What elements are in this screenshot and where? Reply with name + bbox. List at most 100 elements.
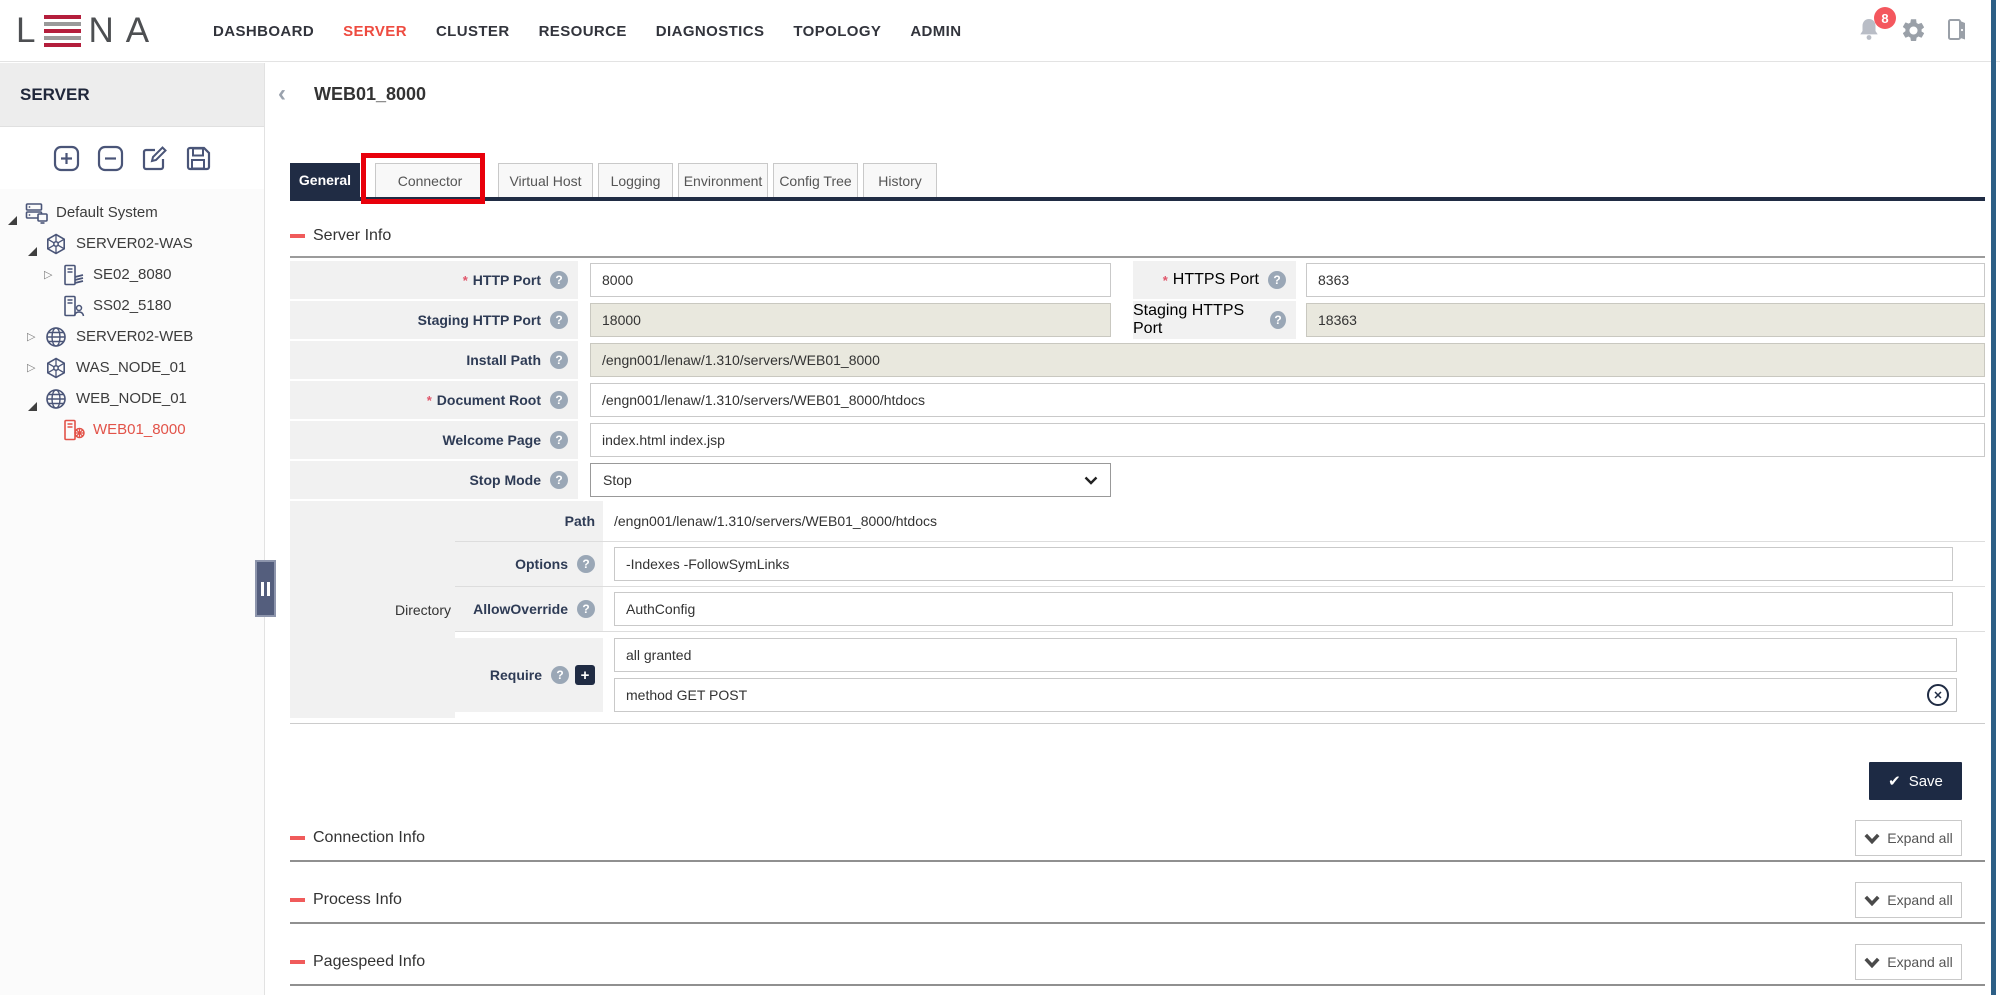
field-label: HTTPS Port — [1173, 271, 1259, 289]
add-node-icon[interactable] — [53, 145, 80, 172]
chevron-down-icon — [1864, 957, 1880, 968]
directory-options-row: Options ? — [455, 541, 1985, 586]
tab-environment[interactable]: Environment — [678, 163, 768, 197]
collapsed-icon[interactable]: ▷ — [27, 330, 45, 343]
page-title-row: ‹ WEB01_8000 — [266, 63, 2000, 125]
notification-count-badge: 8 — [1874, 7, 1896, 29]
form-row-document-root: * Document Root ? — [290, 381, 1985, 419]
allowoverride-input[interactable] — [614, 592, 1953, 626]
server-info-form: * HTTP Port ? * HTTPS Port ? — [290, 256, 1985, 724]
https-port-label: * HTTPS Port ? — [1133, 261, 1296, 299]
chevron-down-icon — [1864, 833, 1880, 844]
tab-connector[interactable]: Connector — [375, 163, 485, 197]
field-label: HTTP Port — [473, 272, 541, 288]
require-input-2[interactable] — [614, 678, 1957, 712]
tree-item-default-system[interactable]: Default System — [0, 197, 264, 228]
help-icon[interactable]: ? — [1268, 271, 1286, 289]
collapsed-icon[interactable]: ▷ — [44, 268, 62, 281]
welcome-page-input[interactable] — [590, 423, 1985, 457]
pagespeed-info-section: Pagespeed Info Expand all — [290, 944, 1985, 986]
globe-icon — [45, 388, 69, 410]
require-input-1[interactable] — [614, 638, 1957, 672]
expand-all-button-connection[interactable]: Expand all — [1855, 820, 1962, 856]
nav-item-dashboard[interactable]: DASHBOARD — [213, 23, 314, 40]
edit-node-icon[interactable] — [141, 145, 168, 172]
tree-item-was-node-01[interactable]: ▷ WAS_NODE_01 — [0, 352, 264, 383]
tree-item-se02-8080[interactable]: ▷ SE02_8080 — [0, 259, 264, 290]
nav-item-diagnostics[interactable]: DIAGNOSTICS — [656, 23, 765, 40]
window-right-edge — [1991, 0, 1996, 995]
tree-toolbar — [0, 127, 264, 189]
tree-item-web-node-01[interactable]: WEB_NODE_01 — [0, 383, 264, 414]
section-dash-icon — [290, 960, 305, 964]
remove-require-icon[interactable]: ✕ — [1927, 684, 1949, 706]
tree-item-server02-was[interactable]: SERVER02-WAS — [0, 228, 264, 259]
settings-gear-icon[interactable] — [1900, 17, 1928, 45]
nav-item-topology[interactable]: TOPOLOGY — [793, 23, 881, 40]
help-icon[interactable]: ? — [1270, 311, 1286, 329]
tree-item-ss02-5180[interactable]: SS02_5180 — [0, 290, 264, 321]
tree-item-label: SE02_8080 — [93, 266, 171, 283]
install-path-label: Install Path ? — [290, 341, 578, 379]
tab-config-tree[interactable]: Config Tree — [773, 163, 858, 197]
sidebar-splitter-handle[interactable] — [255, 560, 276, 617]
tab-logging[interactable]: Logging — [598, 163, 673, 197]
tree-item-server02-web[interactable]: ▷ SERVER02-WEB — [0, 321, 264, 352]
tree-item-web01-8000-selected[interactable]: WEB01_8000 — [0, 414, 264, 445]
help-icon[interactable]: ? — [551, 666, 569, 684]
field-label: Install Path — [466, 352, 541, 368]
tree-item-label: WEB_NODE_01 — [76, 390, 187, 407]
add-require-button[interactable]: + — [575, 665, 595, 685]
stop-mode-select[interactable]: Stop — [590, 463, 1111, 497]
notification-bell-icon[interactable]: 8 — [1856, 17, 1884, 45]
help-icon[interactable]: ? — [550, 471, 568, 489]
was-cluster-icon — [45, 357, 69, 379]
main-nav: DASHBOARD SERVER CLUSTER RESOURCE DIAGNO… — [213, 0, 961, 62]
expand-all-label: Expand all — [1887, 830, 1952, 846]
logo-bars-icon — [44, 15, 81, 47]
logout-door-icon[interactable] — [1944, 17, 1972, 45]
server-user-icon — [62, 295, 86, 317]
install-path-input — [590, 343, 1985, 377]
help-icon[interactable]: ? — [577, 600, 595, 618]
lena-logo[interactable]: L N A — [16, 13, 151, 49]
system-icon — [25, 202, 49, 224]
require-entry: ✕ — [614, 678, 1957, 712]
options-input[interactable] — [614, 547, 1953, 581]
help-icon[interactable]: ? — [577, 555, 595, 573]
required-mark: * — [1163, 273, 1168, 288]
collapse-panel-icon[interactable]: ‹ — [278, 84, 308, 104]
https-port-input[interactable] — [1306, 263, 1985, 297]
field-label: Options — [515, 556, 568, 572]
nav-item-resource[interactable]: RESOURCE — [539, 23, 627, 40]
process-info-section: Process Info Expand all — [290, 882, 1985, 924]
help-icon[interactable]: ? — [550, 311, 568, 329]
help-icon[interactable]: ? — [550, 391, 568, 409]
save-node-icon[interactable] — [185, 145, 212, 172]
logo-letter-l: L — [16, 13, 37, 49]
save-button[interactable]: ✔ Save — [1869, 762, 1962, 800]
http-port-label: * HTTP Port ? — [290, 261, 578, 299]
tab-virtual-host[interactable]: Virtual Host — [498, 163, 593, 197]
expand-all-button-pagespeed[interactable]: Expand all — [1855, 944, 1962, 980]
expand-all-button-process[interactable]: Expand all — [1855, 882, 1962, 918]
document-root-label: * Document Root ? — [290, 381, 578, 419]
http-port-input[interactable] — [590, 263, 1111, 297]
help-icon[interactable]: ? — [550, 351, 568, 369]
tree-item-label: SERVER02-WAS — [76, 235, 193, 252]
field-label: AllowOverride — [473, 601, 568, 617]
directory-label: Directory — [290, 501, 455, 718]
collapsed-icon[interactable]: ▷ — [27, 361, 45, 374]
field-label: Welcome Page — [442, 432, 541, 448]
nav-item-server[interactable]: SERVER — [343, 23, 407, 40]
document-root-input[interactable] — [590, 383, 1985, 417]
tab-history[interactable]: History — [863, 163, 937, 197]
help-icon[interactable]: ? — [550, 431, 568, 449]
tab-general[interactable]: General — [290, 163, 360, 197]
help-icon[interactable]: ? — [550, 271, 568, 289]
nav-item-admin[interactable]: ADMIN — [910, 23, 961, 40]
nav-item-cluster[interactable]: CLUSTER — [436, 23, 510, 40]
directory-require-row: Require ? + ✕ — [455, 631, 1985, 718]
form-row-install-path: Install Path ? — [290, 341, 1985, 379]
remove-node-icon[interactable] — [97, 145, 124, 172]
